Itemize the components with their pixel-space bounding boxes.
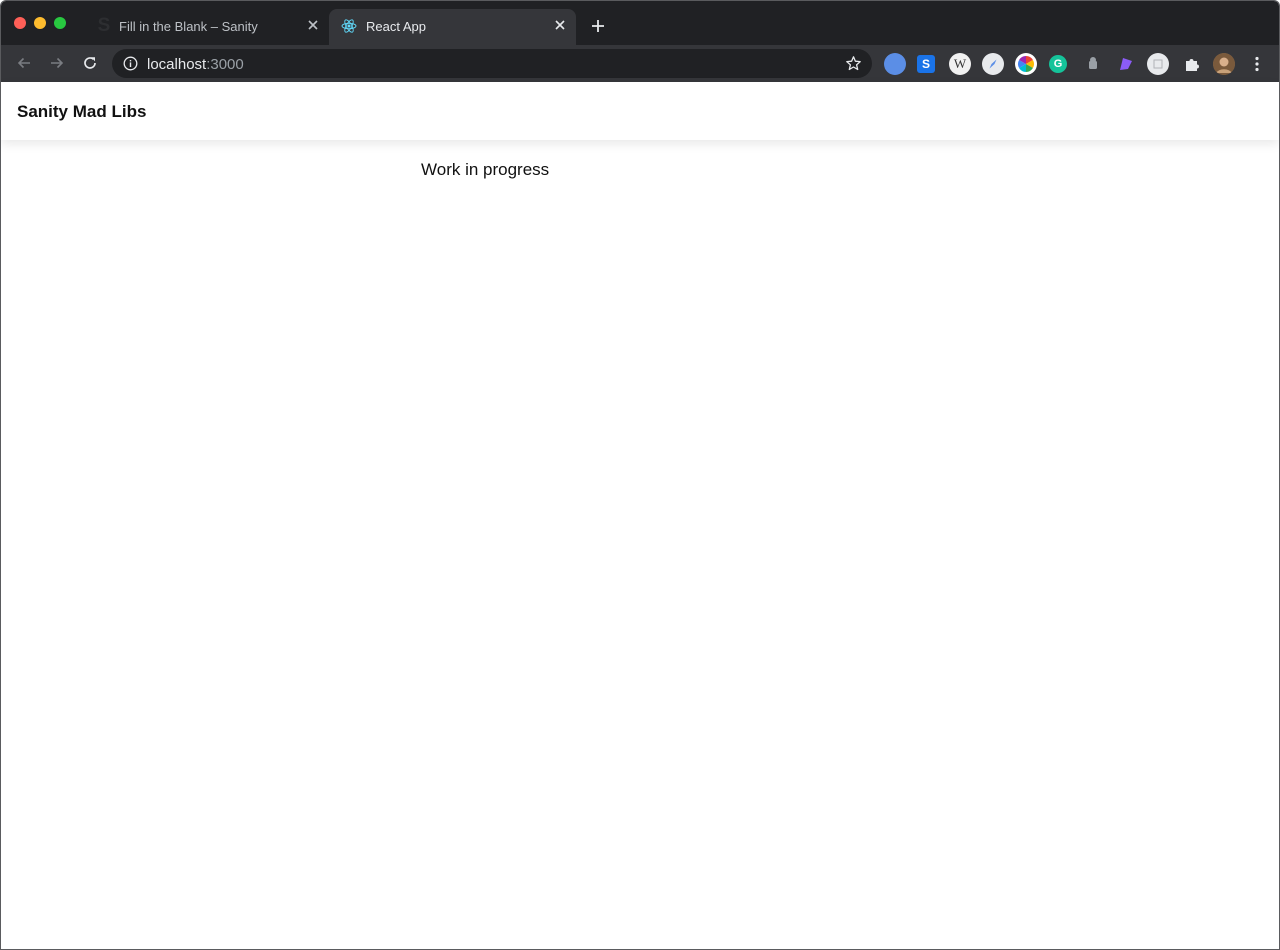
extension-compass-icon[interactable] (982, 53, 1004, 75)
url-text: localhost:3000 (147, 56, 244, 73)
tab-title: React App (366, 19, 426, 34)
back-arrow-icon[interactable] (15, 54, 33, 72)
sanity-s-icon: S (97, 15, 111, 36)
new-tab-plus-icon[interactable] (590, 18, 606, 34)
forward-arrow-icon[interactable] (48, 54, 66, 72)
app-header: Sanity Mad Libs (1, 82, 1279, 140)
tab-title: Fill in the Blank – Sanity (119, 19, 258, 34)
extension-grid-icon[interactable] (1147, 53, 1169, 75)
kebab-menu-icon[interactable] (1248, 55, 1266, 73)
close-icon[interactable] (552, 17, 568, 33)
browser-toolbar: localhost:3000 S W G (1, 45, 1279, 82)
address-bar[interactable]: localhost:3000 (112, 49, 872, 78)
window-maximize-button[interactable] (54, 17, 66, 29)
page-viewport: Sanity Mad Libs Work in progress (1, 82, 1279, 949)
tab-strip: S Fill in the Blank – Sanity React App (1, 1, 1279, 45)
extension-android-icon[interactable] (1082, 53, 1104, 75)
extension-onepassword-icon[interactable] (884, 53, 906, 75)
app-title: Sanity Mad Libs (17, 102, 147, 121)
tab-fill-in-the-blank[interactable]: S Fill in the Blank – Sanity (85, 9, 329, 45)
close-icon[interactable] (305, 17, 321, 33)
tab-react-app[interactable]: React App (329, 9, 576, 45)
extension-s-icon[interactable]: S (917, 55, 935, 73)
browser-window: S Fill in the Blank – Sanity React App l… (0, 0, 1280, 950)
extension-wikipedia-icon[interactable]: W (949, 53, 971, 75)
react-icon (341, 19, 357, 33)
window-minimize-button[interactable] (34, 17, 46, 29)
extension-grammarly-icon[interactable]: G (1049, 55, 1067, 73)
status-message: Work in progress (421, 160, 550, 179)
extension-purple-feather-icon[interactable] (1115, 53, 1137, 75)
profile-avatar[interactable] (1213, 53, 1235, 75)
extension-color-wheel-icon[interactable] (1015, 53, 1037, 75)
window-close-button[interactable] (14, 17, 26, 29)
extensions-puzzle-icon[interactable] (1181, 53, 1203, 75)
url-port: :3000 (206, 56, 244, 73)
info-icon[interactable] (123, 56, 138, 71)
url-host: localhost (147, 56, 207, 73)
bookmark-star-icon[interactable] (845, 55, 862, 72)
reload-icon[interactable] (81, 54, 99, 72)
